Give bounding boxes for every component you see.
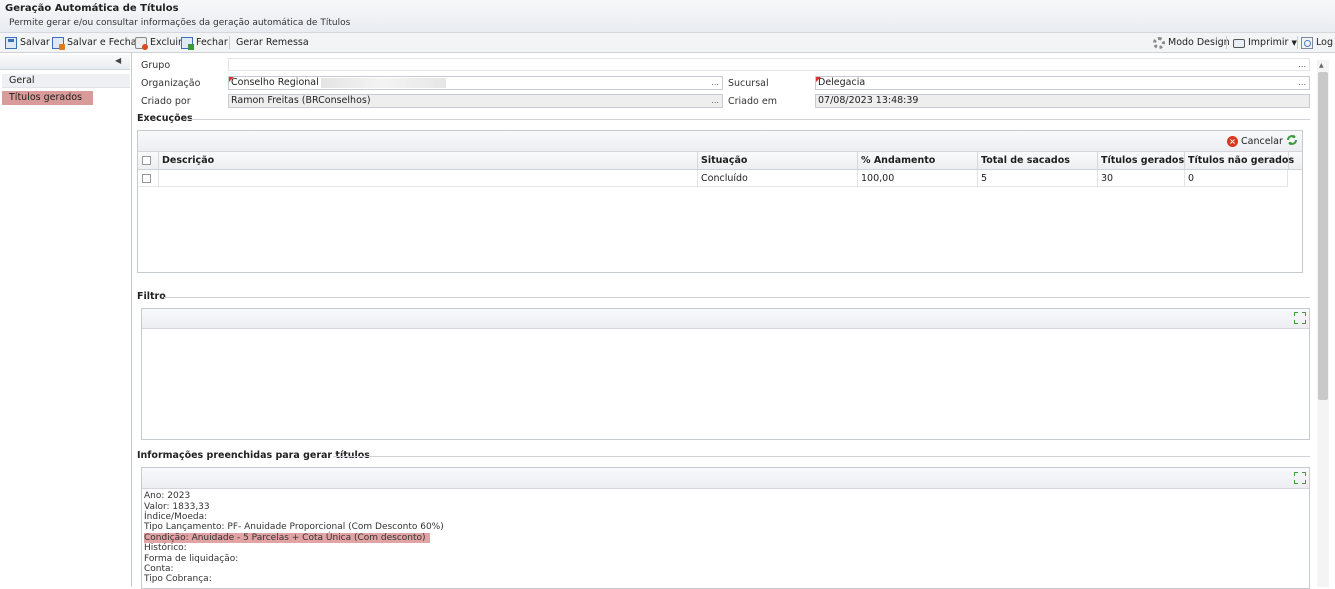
lookup-button[interactable]: ... xyxy=(711,95,719,107)
column-header-andamento[interactable]: % Andamento xyxy=(857,152,977,169)
refresh-icon[interactable] xyxy=(1286,134,1298,146)
window-header: Geração Automática de Títulos Permite ge… xyxy=(0,0,1335,33)
row-checkbox[interactable] xyxy=(142,174,151,183)
cell-total-sacados: 5 xyxy=(977,170,1097,187)
section-divider xyxy=(164,297,1310,298)
generate-remittance-label: Gerar Remessa xyxy=(236,37,309,48)
select-all-cell xyxy=(138,152,158,169)
info-tipo-cobranca: Tipo Cobrança: xyxy=(144,574,212,584)
criado-em-field[interactable]: 07/08/2023 13:48:39 xyxy=(815,94,1310,108)
select-all-checkbox[interactable] xyxy=(142,156,151,165)
sidebar-item-geral[interactable]: Geral xyxy=(2,74,130,88)
log-label: Log xyxy=(1316,37,1333,48)
cell-descricao xyxy=(158,170,697,187)
log-button[interactable]: Log xyxy=(1301,35,1333,50)
info-historico: Histórico: xyxy=(144,543,187,553)
printer-icon xyxy=(1233,39,1245,48)
column-header-situacao[interactable]: Situação xyxy=(697,152,857,169)
cell-titulos-gerados: 30 xyxy=(1097,170,1184,187)
filtro-panel-toolbar xyxy=(142,309,1309,329)
info-indice-moeda: Índice/Moeda: xyxy=(144,512,208,522)
design-mode-label: Modo Design xyxy=(1168,37,1230,48)
save-and-close-button[interactable]: Salvar e Fechar xyxy=(52,35,141,50)
info-forma-liquidacao: Forma de liquidação: xyxy=(144,554,239,564)
grupo-label: Grupo xyxy=(141,60,171,71)
cancel-button[interactable]: × Cancelar xyxy=(1227,134,1283,149)
criado-por-label: Criado por xyxy=(141,96,191,107)
save-button[interactable]: Salvar xyxy=(5,35,50,50)
toolbar-divider xyxy=(1297,36,1298,49)
print-label: Imprimir xyxy=(1248,37,1289,48)
lookup-button[interactable]: ... xyxy=(1298,59,1306,70)
print-button[interactable]: Imprimir ▼ xyxy=(1233,35,1297,50)
close-icon xyxy=(181,36,194,50)
criado-por-value: Ramon Freitas (BRConselhos) xyxy=(231,95,371,106)
sucursal-label: Sucursal xyxy=(728,78,769,89)
lookup-button[interactable]: ... xyxy=(1298,77,1306,89)
execucoes-section-title: Execuções xyxy=(137,113,193,124)
sidebar-item-label: Geral xyxy=(9,75,35,86)
toolbar-divider xyxy=(229,36,230,49)
criado-em-value: 07/08/2023 13:48:39 xyxy=(818,95,919,106)
sucursal-field[interactable]: Delegacia ... xyxy=(815,76,1310,90)
close-label: Fechar xyxy=(196,37,228,48)
column-header-titulos-gerados[interactable]: Títulos gerados xyxy=(1097,152,1184,169)
scrollbar-thumb[interactable] xyxy=(1318,72,1328,400)
window-title: Geração Automática de Títulos xyxy=(5,3,179,14)
cell-titulos-nao-gerados: 0 xyxy=(1184,170,1288,187)
criado-por-field[interactable]: Ramon Freitas (BRConselhos) ... xyxy=(228,94,723,108)
sucursal-value: Delegacia xyxy=(818,77,866,88)
info-condicao: Condição: Anuidade - 5 Parcelas + Cota Ú… xyxy=(144,533,430,543)
delete-icon xyxy=(135,36,148,50)
info-valor: Valor: 1833,33 xyxy=(144,502,210,512)
sidebar-header: ◀ xyxy=(0,55,130,70)
execucoes-grid-toolbar xyxy=(138,131,1302,152)
column-header-titulos-nao-gerados[interactable]: Títulos não gerados xyxy=(1184,152,1294,169)
filtro-section-title: Filtro xyxy=(137,291,166,302)
section-divider xyxy=(333,456,1310,457)
sidebar-item-titulos-gerados[interactable]: Títulos gerados xyxy=(2,91,93,105)
grupo-field[interactable]: ... xyxy=(228,58,1310,71)
generate-remittance-button[interactable]: Gerar Remessa xyxy=(236,35,309,50)
window-subtitle: Permite gerar e/ou consultar informações… xyxy=(9,18,351,28)
collapse-arrow-icon[interactable]: ◀ xyxy=(115,56,121,65)
toolbar-divider xyxy=(1226,36,1227,49)
save-icon xyxy=(5,36,17,49)
gear-icon xyxy=(1153,36,1165,49)
organizacao-field[interactable]: Conselho Regional ... xyxy=(228,76,723,90)
cancel-icon: × xyxy=(1227,136,1238,147)
save-and-close-label: Salvar e Fechar xyxy=(67,37,141,48)
close-button[interactable]: Fechar xyxy=(181,35,228,50)
design-mode-button[interactable]: Modo Design xyxy=(1153,35,1230,50)
informacoes-panel-toolbar xyxy=(142,468,1309,489)
expand-icon[interactable] xyxy=(1294,472,1306,484)
log-icon xyxy=(1301,36,1313,49)
sidebar-item-label: Títulos gerados xyxy=(9,92,83,103)
column-header-descricao[interactable]: Descrição xyxy=(158,152,697,169)
organizacao-label: Organização xyxy=(141,78,201,89)
cell-andamento: 100,00 xyxy=(857,170,977,187)
delete-label: Excluir xyxy=(150,37,182,48)
save-close-icon xyxy=(52,36,65,50)
expand-icon[interactable] xyxy=(1294,312,1306,324)
criado-em-label: Criado em xyxy=(728,96,777,107)
info-conta: Conta: xyxy=(144,564,174,574)
column-header-total-sacados[interactable]: Total de sacados xyxy=(977,152,1097,169)
organizacao-value: Conselho Regional xyxy=(231,77,319,88)
save-button-label: Salvar xyxy=(20,37,50,48)
cancel-label: Cancelar xyxy=(1241,136,1283,147)
info-ano: Ano: 2023 xyxy=(144,491,191,501)
row-select-cell xyxy=(138,170,158,187)
column-header-spacer xyxy=(1288,152,1302,169)
sidebar: ◀ Geral Títulos gerados xyxy=(0,53,132,587)
scroll-up-icon[interactable]: ▲ xyxy=(1319,62,1324,69)
cell-situacao: Concluído xyxy=(697,170,857,187)
redacted-block xyxy=(320,77,446,88)
section-divider xyxy=(187,119,1310,120)
toolbar: Salvar Salvar e Fechar Excluir Fechar Ge… xyxy=(0,33,1335,53)
lookup-button[interactable]: ... xyxy=(711,77,719,89)
info-tipo-lancamento: Tipo Lançamento: PF- Anuidade Proporcion… xyxy=(144,522,444,532)
delete-button[interactable]: Excluir xyxy=(135,35,182,50)
